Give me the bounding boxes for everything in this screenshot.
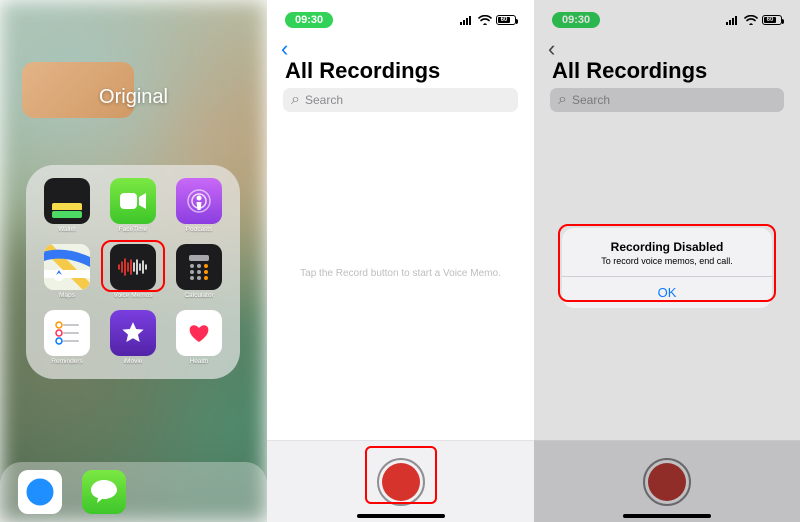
app-maps[interactable]: Maps	[39, 244, 95, 300]
app-label: Health	[190, 358, 209, 365]
search-placeholder: Search	[305, 93, 343, 107]
calculator-icon	[176, 244, 222, 290]
record-dot-icon	[382, 463, 420, 501]
app-imovie[interactable]: iMovie	[105, 310, 161, 366]
app-wallet[interactable]: Wallet	[39, 178, 95, 234]
home-indicator[interactable]	[357, 514, 445, 518]
app-label: iMovie	[124, 358, 143, 365]
alert-dialog: Recording Disabled To record voice memos…	[562, 228, 772, 308]
page-title: All Recordings	[285, 58, 440, 84]
reminders-icon	[44, 310, 90, 356]
status-time-pill[interactable]: 09:30	[285, 12, 333, 28]
maps-icon	[44, 244, 90, 290]
empty-hint: Tap the Record button to start a Voice M…	[267, 268, 534, 279]
alert-title: Recording Disabled	[572, 240, 762, 254]
app-health[interactable]: Health	[171, 310, 227, 366]
app-podcasts[interactable]: Podcasts	[171, 178, 227, 234]
app-label: Reminders	[51, 358, 82, 365]
record-tray	[267, 440, 534, 522]
home-screen-panel: Original Wallet FaceTime Podcasts Maps	[0, 0, 267, 522]
search-input[interactable]: ⌕ Search	[283, 88, 518, 112]
app-label: Podcasts	[186, 226, 213, 233]
wallet-icon	[44, 178, 90, 224]
app-label: Calculator	[184, 292, 213, 299]
dock-app-1[interactable]	[18, 470, 62, 514]
app-label: Wallet	[58, 226, 76, 233]
app-folder: Wallet FaceTime Podcasts Maps	[26, 165, 240, 379]
search-icon: ⌕	[291, 91, 300, 109]
dock-app-2[interactable]	[82, 470, 126, 514]
battery-icon: 60	[496, 15, 516, 25]
folder-title: Original	[0, 86, 267, 109]
voice-memos-icon	[110, 244, 156, 290]
health-icon	[176, 310, 222, 356]
app-label: FaceTime	[119, 226, 148, 233]
alert-message: To record voice memos, end call.	[572, 256, 762, 266]
app-label: Maps	[59, 292, 75, 299]
status-bar: 09:30 60	[267, 10, 534, 30]
wifi-icon	[478, 15, 492, 25]
app-reminders[interactable]: Reminders	[39, 310, 95, 366]
dock	[0, 462, 267, 522]
app-facetime[interactable]: FaceTime	[105, 178, 161, 234]
imovie-icon	[110, 310, 156, 356]
record-button[interactable]	[377, 458, 425, 506]
status-right: 60	[460, 15, 516, 25]
app-voice-memos[interactable]: Voice Memos	[105, 244, 161, 300]
voice-memos-alert-panel: 09:30 60 ‹ All Recordings ⌕ Search Recor…	[534, 0, 800, 522]
cellular-icon	[460, 15, 474, 25]
facetime-icon	[110, 178, 156, 224]
app-calculator[interactable]: Calculator	[171, 244, 227, 300]
podcasts-icon	[176, 178, 222, 224]
app-label: Voice Memos	[113, 292, 152, 299]
alert-ok-button[interactable]: OK	[562, 277, 772, 308]
voice-memos-panel: 09:30 60 ‹ All Recordings ⌕ Search Tap t…	[267, 0, 534, 522]
